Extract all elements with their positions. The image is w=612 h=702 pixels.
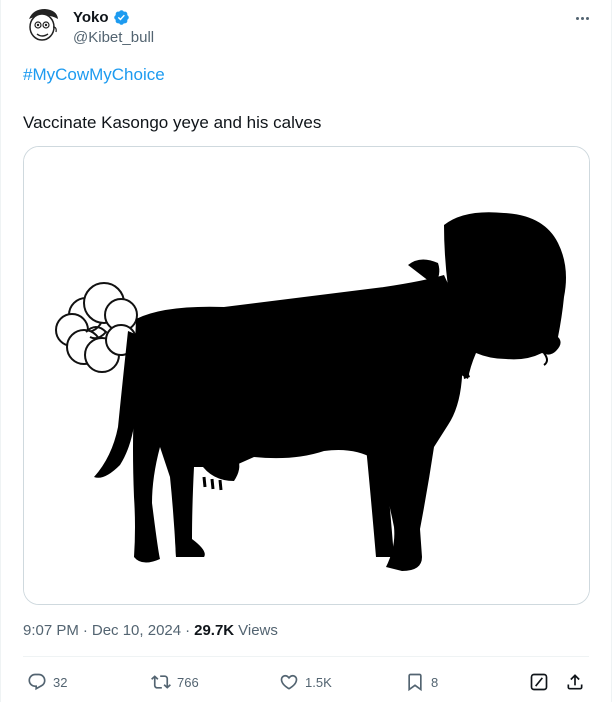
verified-badge-icon [113,9,130,26]
views-label: Views [238,622,278,639]
meta-separator: · [82,622,88,639]
bookmark-button[interactable]: 8 [405,668,438,696]
bookmark-count: 8 [431,674,439,690]
tweet-meta: 9:07 PM · Dec 10, 2024 · 29.7K Views [23,622,278,639]
like-count: 1.5K [305,674,332,690]
tweet-date[interactable]: Dec 10, 2024 [92,622,181,639]
share-button[interactable] [565,668,585,696]
author-handle[interactable]: @Kibet_bull [73,29,154,46]
cow-silhouette-illustration [24,147,589,604]
cartoon-face-avatar-icon [23,5,63,45]
share-icon [567,674,583,690]
reply-icon [28,673,46,691]
grok-icon [530,673,548,691]
reply-count: 32 [53,674,68,690]
tweet-image[interactable] [23,146,590,605]
heart-icon [280,674,298,690]
author-name-row[interactable]: Yoko [73,9,130,26]
repost-count: 766 [177,674,199,690]
tweet-time[interactable]: 9:07 PM [23,622,79,639]
hashtag-link[interactable]: #MyCowMyChoice [23,65,165,85]
bookmark-icon [408,673,422,692]
display-name[interactable]: Yoko [73,9,109,26]
divider [23,656,589,657]
meta-separator: · [185,622,191,639]
views-count: 29.7K [194,622,235,639]
repost-button[interactable]: 766 [151,668,199,696]
action-bar: 32 766 1.5K 8 [1,668,612,696]
avatar[interactable] [23,5,63,45]
grok-button[interactable] [529,668,549,696]
repost-icon [151,675,171,689]
tweet-text: Vaccinate Kasongo yeye and his calves [23,113,322,132]
reply-button[interactable]: 32 [27,668,67,696]
like-button[interactable]: 1.5K [279,668,332,696]
more-options-icon[interactable] [571,8,593,28]
tweet-card: Yoko @Kibet_bull #MyCowMyChoice Vaccinat… [0,0,612,702]
